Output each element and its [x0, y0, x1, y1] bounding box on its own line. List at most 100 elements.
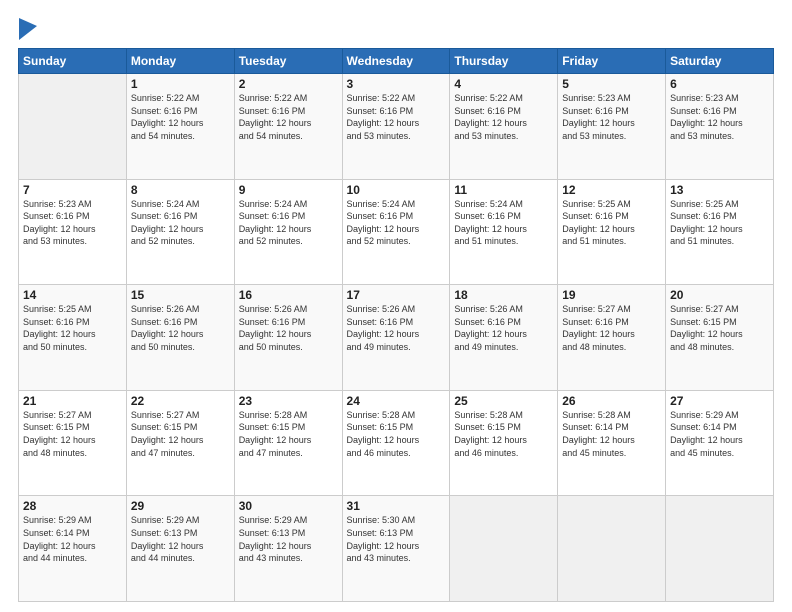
day-info: Sunrise: 5:28 AM Sunset: 6:15 PM Dayligh…	[454, 409, 553, 459]
day-number: 6	[670, 77, 769, 91]
day-number: 1	[131, 77, 230, 91]
calendar-cell: 1Sunrise: 5:22 AM Sunset: 6:16 PM Daylig…	[126, 74, 234, 180]
page: SundayMondayTuesdayWednesdayThursdayFrid…	[0, 0, 792, 612]
calendar-cell: 11Sunrise: 5:24 AM Sunset: 6:16 PM Dayli…	[450, 179, 558, 285]
calendar-week-2: 7Sunrise: 5:23 AM Sunset: 6:16 PM Daylig…	[19, 179, 774, 285]
day-info: Sunrise: 5:22 AM Sunset: 6:16 PM Dayligh…	[347, 92, 446, 142]
calendar-cell	[19, 74, 127, 180]
calendar-cell: 28Sunrise: 5:29 AM Sunset: 6:14 PM Dayli…	[19, 496, 127, 602]
day-info: Sunrise: 5:26 AM Sunset: 6:16 PM Dayligh…	[239, 303, 338, 353]
day-number: 5	[562, 77, 661, 91]
day-info: Sunrise: 5:25 AM Sunset: 6:16 PM Dayligh…	[23, 303, 122, 353]
calendar-week-1: 1Sunrise: 5:22 AM Sunset: 6:16 PM Daylig…	[19, 74, 774, 180]
day-info: Sunrise: 5:28 AM Sunset: 6:15 PM Dayligh…	[239, 409, 338, 459]
calendar-cell: 12Sunrise: 5:25 AM Sunset: 6:16 PM Dayli…	[558, 179, 666, 285]
calendar-cell: 15Sunrise: 5:26 AM Sunset: 6:16 PM Dayli…	[126, 285, 234, 391]
day-number: 26	[562, 394, 661, 408]
calendar-header-monday: Monday	[126, 49, 234, 74]
calendar-cell	[666, 496, 774, 602]
calendar: SundayMondayTuesdayWednesdayThursdayFrid…	[18, 48, 774, 602]
day-info: Sunrise: 5:24 AM Sunset: 6:16 PM Dayligh…	[454, 198, 553, 248]
day-number: 19	[562, 288, 661, 302]
day-info: Sunrise: 5:25 AM Sunset: 6:16 PM Dayligh…	[670, 198, 769, 248]
day-number: 10	[347, 183, 446, 197]
day-info: Sunrise: 5:29 AM Sunset: 6:14 PM Dayligh…	[23, 514, 122, 564]
calendar-cell: 25Sunrise: 5:28 AM Sunset: 6:15 PM Dayli…	[450, 390, 558, 496]
calendar-cell: 22Sunrise: 5:27 AM Sunset: 6:15 PM Dayli…	[126, 390, 234, 496]
day-number: 17	[347, 288, 446, 302]
calendar-cell: 8Sunrise: 5:24 AM Sunset: 6:16 PM Daylig…	[126, 179, 234, 285]
calendar-header-thursday: Thursday	[450, 49, 558, 74]
day-info: Sunrise: 5:23 AM Sunset: 6:16 PM Dayligh…	[23, 198, 122, 248]
calendar-cell: 19Sunrise: 5:27 AM Sunset: 6:16 PM Dayli…	[558, 285, 666, 391]
calendar-week-5: 28Sunrise: 5:29 AM Sunset: 6:14 PM Dayli…	[19, 496, 774, 602]
day-number: 29	[131, 499, 230, 513]
day-info: Sunrise: 5:26 AM Sunset: 6:16 PM Dayligh…	[454, 303, 553, 353]
day-number: 7	[23, 183, 122, 197]
calendar-header-sunday: Sunday	[19, 49, 127, 74]
day-info: Sunrise: 5:27 AM Sunset: 6:15 PM Dayligh…	[670, 303, 769, 353]
calendar-cell: 3Sunrise: 5:22 AM Sunset: 6:16 PM Daylig…	[342, 74, 450, 180]
day-number: 20	[670, 288, 769, 302]
day-info: Sunrise: 5:28 AM Sunset: 6:15 PM Dayligh…	[347, 409, 446, 459]
header	[18, 18, 774, 40]
day-number: 22	[131, 394, 230, 408]
calendar-header-saturday: Saturday	[666, 49, 774, 74]
calendar-header-friday: Friday	[558, 49, 666, 74]
day-number: 31	[347, 499, 446, 513]
calendar-cell: 2Sunrise: 5:22 AM Sunset: 6:16 PM Daylig…	[234, 74, 342, 180]
day-number: 18	[454, 288, 553, 302]
calendar-header-row: SundayMondayTuesdayWednesdayThursdayFrid…	[19, 49, 774, 74]
calendar-cell: 14Sunrise: 5:25 AM Sunset: 6:16 PM Dayli…	[19, 285, 127, 391]
day-number: 30	[239, 499, 338, 513]
day-info: Sunrise: 5:28 AM Sunset: 6:14 PM Dayligh…	[562, 409, 661, 459]
calendar-cell: 7Sunrise: 5:23 AM Sunset: 6:16 PM Daylig…	[19, 179, 127, 285]
day-info: Sunrise: 5:29 AM Sunset: 6:13 PM Dayligh…	[239, 514, 338, 564]
day-info: Sunrise: 5:26 AM Sunset: 6:16 PM Dayligh…	[131, 303, 230, 353]
day-info: Sunrise: 5:27 AM Sunset: 6:15 PM Dayligh…	[131, 409, 230, 459]
day-number: 23	[239, 394, 338, 408]
day-info: Sunrise: 5:23 AM Sunset: 6:16 PM Dayligh…	[562, 92, 661, 142]
day-info: Sunrise: 5:29 AM Sunset: 6:14 PM Dayligh…	[670, 409, 769, 459]
day-number: 24	[347, 394, 446, 408]
day-info: Sunrise: 5:29 AM Sunset: 6:13 PM Dayligh…	[131, 514, 230, 564]
calendar-cell	[558, 496, 666, 602]
calendar-week-3: 14Sunrise: 5:25 AM Sunset: 6:16 PM Dayli…	[19, 285, 774, 391]
day-info: Sunrise: 5:30 AM Sunset: 6:13 PM Dayligh…	[347, 514, 446, 564]
day-number: 15	[131, 288, 230, 302]
day-info: Sunrise: 5:22 AM Sunset: 6:16 PM Dayligh…	[454, 92, 553, 142]
calendar-cell: 20Sunrise: 5:27 AM Sunset: 6:15 PM Dayli…	[666, 285, 774, 391]
day-number: 9	[239, 183, 338, 197]
day-number: 14	[23, 288, 122, 302]
calendar-cell: 5Sunrise: 5:23 AM Sunset: 6:16 PM Daylig…	[558, 74, 666, 180]
calendar-cell: 23Sunrise: 5:28 AM Sunset: 6:15 PM Dayli…	[234, 390, 342, 496]
day-info: Sunrise: 5:27 AM Sunset: 6:15 PM Dayligh…	[23, 409, 122, 459]
calendar-cell	[450, 496, 558, 602]
calendar-cell: 30Sunrise: 5:29 AM Sunset: 6:13 PM Dayli…	[234, 496, 342, 602]
day-number: 4	[454, 77, 553, 91]
day-number: 28	[23, 499, 122, 513]
day-info: Sunrise: 5:24 AM Sunset: 6:16 PM Dayligh…	[131, 198, 230, 248]
calendar-cell: 29Sunrise: 5:29 AM Sunset: 6:13 PM Dayli…	[126, 496, 234, 602]
day-info: Sunrise: 5:22 AM Sunset: 6:16 PM Dayligh…	[131, 92, 230, 142]
calendar-cell: 27Sunrise: 5:29 AM Sunset: 6:14 PM Dayli…	[666, 390, 774, 496]
day-info: Sunrise: 5:27 AM Sunset: 6:16 PM Dayligh…	[562, 303, 661, 353]
calendar-header-tuesday: Tuesday	[234, 49, 342, 74]
day-number: 11	[454, 183, 553, 197]
day-number: 3	[347, 77, 446, 91]
day-info: Sunrise: 5:24 AM Sunset: 6:16 PM Dayligh…	[239, 198, 338, 248]
calendar-header-wednesday: Wednesday	[342, 49, 450, 74]
calendar-cell: 10Sunrise: 5:24 AM Sunset: 6:16 PM Dayli…	[342, 179, 450, 285]
day-info: Sunrise: 5:25 AM Sunset: 6:16 PM Dayligh…	[562, 198, 661, 248]
day-number: 12	[562, 183, 661, 197]
calendar-cell: 24Sunrise: 5:28 AM Sunset: 6:15 PM Dayli…	[342, 390, 450, 496]
day-number: 2	[239, 77, 338, 91]
calendar-cell: 26Sunrise: 5:28 AM Sunset: 6:14 PM Dayli…	[558, 390, 666, 496]
calendar-cell: 16Sunrise: 5:26 AM Sunset: 6:16 PM Dayli…	[234, 285, 342, 391]
calendar-cell: 9Sunrise: 5:24 AM Sunset: 6:16 PM Daylig…	[234, 179, 342, 285]
day-number: 16	[239, 288, 338, 302]
day-number: 27	[670, 394, 769, 408]
calendar-cell: 4Sunrise: 5:22 AM Sunset: 6:16 PM Daylig…	[450, 74, 558, 180]
day-number: 8	[131, 183, 230, 197]
day-info: Sunrise: 5:24 AM Sunset: 6:16 PM Dayligh…	[347, 198, 446, 248]
